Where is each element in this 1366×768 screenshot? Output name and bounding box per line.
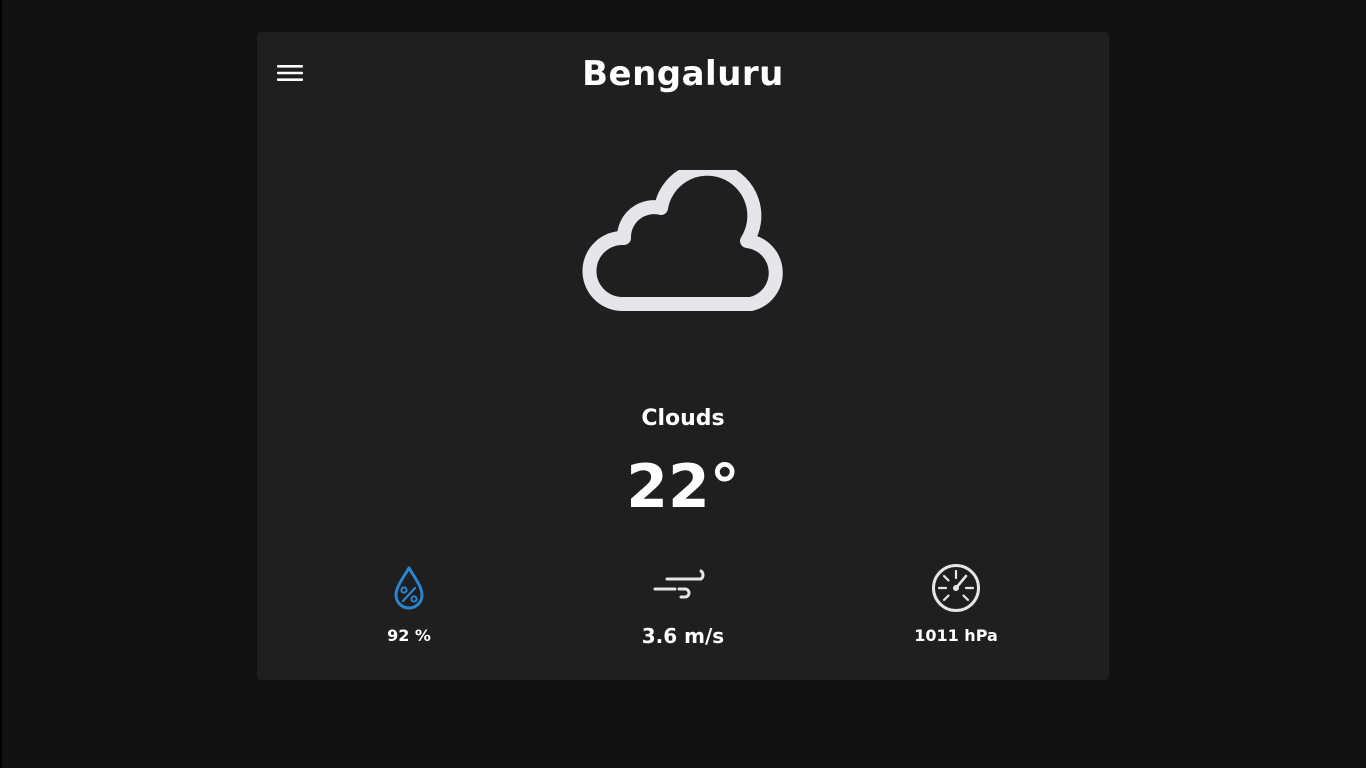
pressure-stat: 1011 hPa bbox=[876, 562, 1036, 646]
weather-card: Bengaluru Clouds 22° 92 % 3.6 m/s 1011 h… bbox=[257, 32, 1109, 680]
barometer-icon bbox=[932, 564, 980, 612]
wind-icon bbox=[653, 569, 705, 599]
window-edge bbox=[0, 0, 2, 768]
wind-stat: 3.6 m/s bbox=[603, 562, 763, 646]
weather-app: Bengaluru Clouds 22° 92 % 3.6 m/s 1011 h… bbox=[0, 0, 1366, 768]
city-title: Bengaluru bbox=[582, 54, 784, 94]
wind-value: 3.6 m/s bbox=[641, 624, 725, 648]
pressure-value: 1011 hPa bbox=[914, 626, 998, 645]
weather-condition: Clouds bbox=[641, 406, 725, 431]
temperature: 22° bbox=[626, 452, 740, 522]
humidity-value: 92 % bbox=[387, 626, 431, 645]
humidity-stat: 92 % bbox=[329, 562, 489, 646]
cloud-icon bbox=[575, 161, 795, 320]
humidity-drop-icon bbox=[394, 566, 424, 610]
